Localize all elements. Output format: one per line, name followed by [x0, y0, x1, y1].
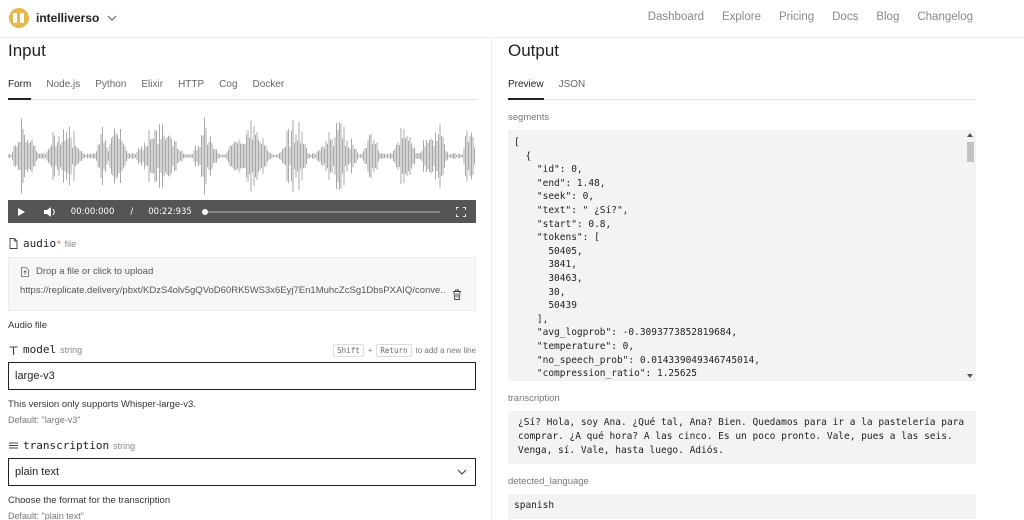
model-field-label: model string Shift + Return to add a new…: [8, 343, 476, 357]
shift-key: Shift: [333, 344, 364, 357]
input-tabs: Form Node.js Python Elixir HTTP Cog Dock…: [8, 79, 476, 100]
model-input[interactable]: large-v3: [8, 362, 476, 390]
uploaded-file-url[interactable]: https://replicate.delivery/pbxt/KDzS4olv…: [20, 285, 445, 296]
nav-changelog[interactable]: Changelog: [917, 11, 973, 23]
dropzone-text: Drop a file or click to upload: [36, 266, 154, 277]
model-field-type: string: [60, 345, 83, 355]
logo-icon: [9, 8, 29, 28]
transcription-output: ¿Sí? Hola, soy Ana. ¿Qué tal, Ana? Bien.…: [508, 411, 976, 464]
file-dropzone[interactable]: Drop a file or click to upload https://r…: [8, 257, 476, 311]
scroll-thumb[interactable]: [966, 142, 974, 162]
return-key: Return: [376, 344, 412, 357]
model-default: Default: "large-v3": [8, 415, 81, 425]
chevron-down-icon: [457, 469, 467, 475]
audio-description: Audio file: [8, 320, 48, 331]
nav-pricing[interactable]: Pricing: [779, 11, 814, 23]
detected-language-output: spanish: [508, 494, 976, 519]
play-icon[interactable]: [18, 207, 25, 216]
top-bar: intelliverso Dashboard Explore Pricing D…: [0, 0, 1024, 38]
transcription-field-type: string: [113, 441, 136, 451]
output-panel: Output Preview JSON segments [ { "id": 0…: [508, 38, 976, 519]
list-icon: [9, 442, 18, 449]
tab-docker[interactable]: Docker: [253, 79, 285, 100]
file-icon: [9, 238, 18, 249]
chevron-down-icon[interactable]: [107, 13, 117, 23]
scroll-up-icon[interactable]: [967, 133, 973, 137]
newline-hint: Shift + Return to add a new line: [333, 344, 476, 357]
scroll-down-icon[interactable]: [967, 374, 973, 378]
audio-waveform[interactable]: [7, 115, 476, 197]
transcription-field-name: transcription: [23, 439, 110, 452]
nav-explore[interactable]: Explore: [722, 11, 761, 23]
segments-output[interactable]: [ { "id": 0, "end": 1.48, "seek": 0, "te…: [508, 130, 976, 381]
tab-preview[interactable]: Preview: [508, 79, 544, 100]
brand-name: intelliverso: [36, 11, 100, 25]
trash-icon[interactable]: [452, 289, 462, 300]
audio-field-type: file: [64, 239, 77, 249]
tab-form[interactable]: Form: [8, 79, 32, 100]
required-mark: *: [57, 239, 61, 249]
brand-menu[interactable]: intelliverso: [9, 8, 117, 28]
nav-dashboard[interactable]: Dashboard: [648, 11, 704, 23]
seek-knob[interactable]: [201, 208, 208, 215]
nav-blog[interactable]: Blog: [876, 11, 899, 23]
output-title: Output: [508, 41, 560, 60]
tab-nodejs[interactable]: Node.js: [46, 79, 80, 100]
time-separator: /: [130, 206, 134, 217]
input-title: Input: [8, 41, 46, 60]
output-tabs: Preview JSON: [508, 79, 976, 100]
model-field-name: model: [23, 343, 57, 356]
detected-language-label: detected_language: [508, 476, 589, 487]
volume-icon[interactable]: [44, 206, 58, 217]
nav-docs[interactable]: Docs: [832, 11, 858, 23]
column-divider: [491, 38, 492, 520]
transcription-field-label: transcription string: [8, 439, 476, 452]
model-description: This version only supports Whisper-large…: [8, 399, 196, 410]
upload-icon: [21, 266, 29, 277]
tab-python[interactable]: Python: [95, 79, 126, 100]
hint-text: to add a new line: [415, 346, 477, 355]
duration: 00:22:935: [148, 206, 192, 217]
audio-player-controls: 00:00:000 / 00:22:935: [8, 200, 476, 223]
text-icon: [9, 345, 18, 355]
transcription-default: Default: "plain text": [8, 511, 84, 520]
segments-scrollbar[interactable]: [966, 133, 974, 378]
main-nav: Dashboard Explore Pricing Docs Blog Chan…: [648, 11, 973, 23]
transcription-select[interactable]: plain text: [8, 458, 476, 486]
audio-field-label: audio * file: [8, 237, 476, 250]
tab-http[interactable]: HTTP: [178, 79, 204, 100]
hint-plus: +: [367, 346, 373, 355]
segments-json: [ { "id": 0, "end": 1.48, "seek": 0, "te…: [514, 137, 760, 380]
transcription-output-label: transcription: [508, 393, 560, 404]
tab-elixir[interactable]: Elixir: [141, 79, 163, 100]
tab-json[interactable]: JSON: [559, 79, 586, 100]
transcription-description: Choose the format for the transcription: [8, 495, 171, 506]
tab-cog[interactable]: Cog: [219, 79, 237, 100]
current-time: 00:00:000: [70, 206, 115, 217]
seek-bar[interactable]: [201, 208, 441, 215]
audio-field-name: audio: [23, 237, 57, 250]
fullscreen-icon[interactable]: [456, 206, 466, 217]
segments-label: segments: [508, 112, 550, 123]
input-panel: Input Form Node.js Python Elixir HTTP Co…: [7, 38, 476, 520]
transcription-select-value: plain text: [15, 466, 60, 478]
